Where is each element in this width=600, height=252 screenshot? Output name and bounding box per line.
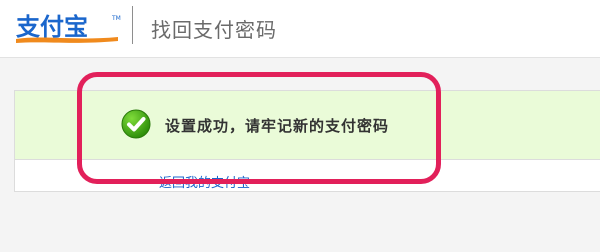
header-divider [132, 6, 133, 44]
header: 支付宝 TM 找回支付密码 [0, 0, 600, 58]
success-band: 设置成功，请牢记新的支付密码 [15, 91, 600, 160]
logo-text: 支付宝 [16, 13, 88, 41]
alipay-logo[interactable]: 支付宝 TM [14, 11, 126, 45]
check-circle-icon [121, 109, 151, 139]
success-message: 设置成功，请牢记新的支付密码 [165, 117, 390, 135]
page-title: 找回支付密码 [151, 18, 277, 42]
result-panel: 设置成功，请牢记新的支付密码 返回我的支付宝 [14, 90, 600, 192]
content-area: 设置成功，请牢记新的支付密码 返回我的支付宝 [0, 58, 600, 252]
back-to-alipay-link[interactable]: 返回我的支付宝 [159, 172, 250, 191]
logo-trademark: TM [111, 15, 121, 22]
